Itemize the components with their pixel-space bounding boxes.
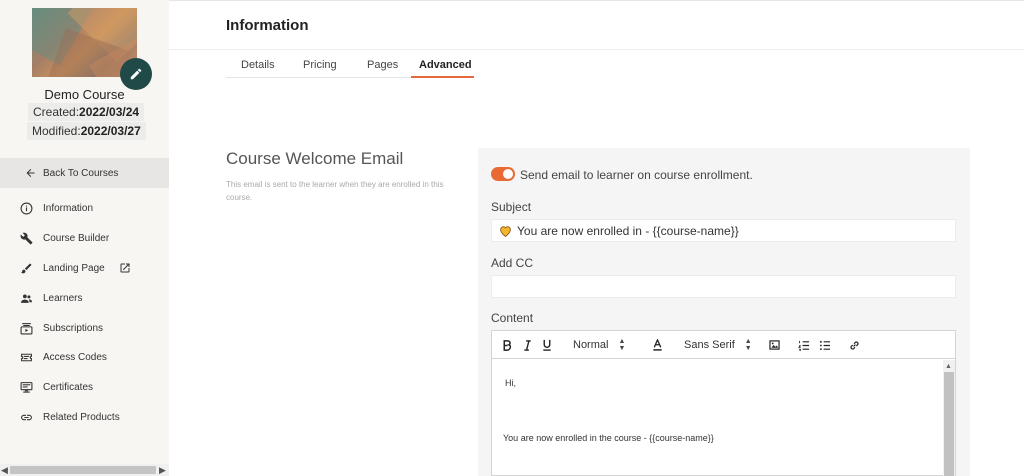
modified-date: Modified: 2022/03/27 — [27, 122, 146, 140]
editor-body[interactable]: Hi, You are now enrolled in the course -… — [492, 360, 942, 475]
content-label: Content — [491, 311, 534, 325]
editor-vertical-scrollbar[interactable]: ▲ — [943, 360, 955, 476]
bold-icon[interactable] — [502, 338, 512, 352]
sidebar-item-certificates[interactable]: Certificates — [19, 379, 93, 395]
tab-pricing[interactable]: Pricing — [303, 59, 337, 71]
brush-icon — [19, 261, 33, 275]
sidebar-item-course-builder[interactable]: Course Builder — [19, 230, 109, 246]
ticket-icon — [19, 350, 33, 364]
sidebar: Demo Course Created: 2022/03/24 Modified:… — [0, 0, 169, 476]
tab-pages[interactable]: Pages — [367, 59, 398, 71]
active-tab-indicator — [411, 76, 474, 78]
info-icon — [19, 201, 33, 215]
font-select[interactable]: Sans Serif ▲ ▼ — [684, 338, 752, 352]
text-color-icon[interactable] — [652, 338, 663, 352]
created-value: 2022/03/24 — [79, 105, 140, 119]
sidebar-item-landing-page[interactable]: Landing Page — [19, 260, 131, 276]
people-icon — [19, 291, 33, 305]
wrench-icon — [19, 231, 33, 245]
section-title: Course Welcome Email — [226, 149, 404, 168]
tab-bar: Details Pricing Pages Advanced — [226, 53, 474, 78]
page-title: Information — [226, 17, 309, 34]
sidebar-item-label: Information — [43, 202, 94, 214]
monitor-icon — [19, 380, 33, 394]
scroll-right-icon[interactable]: ▶ — [159, 464, 166, 476]
underline-icon[interactable] — [542, 338, 552, 352]
course-name: Demo Course — [44, 87, 125, 102]
send-email-toggle[interactable] — [491, 167, 515, 181]
sidebar-item-label: Related Products — [43, 411, 120, 423]
scrollbar-thumb[interactable] — [10, 466, 156, 474]
arrow-left-icon — [26, 169, 35, 177]
sidebar-item-related-products[interactable]: Related Products — [19, 409, 120, 425]
editor-toolbar: Normal ▲ ▼ Sans Serif ▲ ▼ — [492, 331, 955, 359]
section-description: This email is sent to the learner when t… — [226, 180, 444, 202]
header-select[interactable]: Normal ▲ ▼ — [573, 338, 625, 352]
created-label: Created: — [33, 105, 80, 119]
sidebar-item-subscriptions[interactable]: Subscriptions — [19, 320, 103, 336]
send-email-toggle-label: Send email to learner on course enrollme… — [520, 168, 753, 182]
content-editor[interactable]: Normal ▲ ▼ Sans Serif ▲ ▼ Hi, You are no… — [491, 330, 956, 476]
toggle-knob — [503, 169, 513, 179]
link-icon — [19, 410, 33, 424]
bullet-list-icon[interactable] — [819, 338, 831, 352]
subject-value: You are now enrolled in - {{course-name}… — [517, 223, 739, 238]
updown-caret-icon: ▲ ▼ — [744, 338, 752, 352]
updown-caret-icon: ▲ ▼ — [618, 338, 626, 352]
sidebar-item-information[interactable]: Information — [19, 200, 93, 216]
font-select-value: Sans Serif — [684, 339, 735, 351]
italic-icon[interactable] — [523, 338, 532, 352]
sidebar-item-access-codes[interactable]: Access Codes — [19, 349, 107, 365]
sidebar-item-label: Landing Page — [43, 262, 105, 274]
back-to-courses-link[interactable]: Back To Courses — [0, 158, 169, 188]
subject-input[interactable]: You are now enrolled in - {{course-name}… — [491, 219, 956, 242]
sidebar-item-label: Access Codes — [43, 351, 107, 363]
scroll-up-icon[interactable]: ▲ — [945, 363, 952, 370]
yellow-heart-icon — [499, 225, 512, 237]
sidebar-item-label: Certificates — [43, 381, 94, 393]
sidebar-item-label: Subscriptions — [43, 322, 104, 334]
modified-label: Modified: — [32, 124, 81, 138]
modified-value: 2022/03/27 — [80, 124, 141, 138]
subscriptions-icon — [19, 321, 33, 335]
header-select-value: Normal — [573, 339, 609, 351]
pencil-icon — [130, 68, 142, 80]
editor-line: You are now enrolled in the course - {{c… — [503, 433, 714, 443]
edit-thumbnail-button[interactable] — [120, 58, 152, 90]
tab-advanced[interactable]: Advanced — [419, 59, 472, 71]
back-label: Back To Courses — [43, 167, 119, 179]
editor-scrollbar-thumb[interactable] — [944, 372, 954, 476]
page: Demo Course Created: 2022/03/24 Modified:… — [0, 0, 1024, 476]
created-date: Created: 2022/03/24 — [28, 103, 145, 121]
ordered-list-icon[interactable] — [798, 338, 810, 352]
open-external-icon[interactable] — [119, 262, 131, 274]
tab-details[interactable]: Details — [241, 59, 275, 71]
sidebar-item-label: Course Builder — [43, 232, 110, 244]
sidebar-item-learners[interactable]: Learners — [19, 290, 82, 306]
image-icon[interactable] — [769, 338, 780, 352]
cc-input[interactable] — [491, 275, 956, 298]
scroll-left-icon[interactable]: ◀ — [1, 464, 8, 476]
subject-label: Subject — [491, 200, 532, 214]
cc-label: Add CC — [491, 256, 534, 270]
sidebar-item-label: Learners — [43, 292, 83, 304]
link-insert-icon[interactable] — [849, 338, 860, 352]
editor-line: Hi, — [505, 378, 516, 388]
sidebar-horizontal-scrollbar[interactable]: ◀ ▶ — [0, 464, 169, 476]
page-header: Information — [169, 0, 1024, 50]
